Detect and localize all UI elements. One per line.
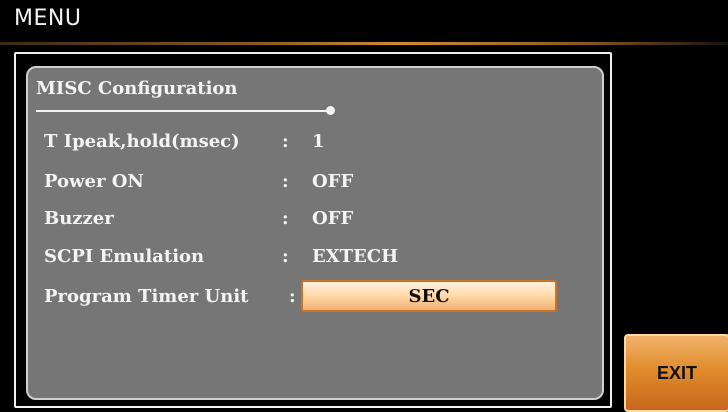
menu-header: MENU — [0, 0, 728, 44]
setting-row-program-timer-unit[interactable]: Program Timer Unit : SEC — [44, 280, 557, 312]
setting-label: Program Timer Unit — [44, 285, 249, 307]
setting-separator: : — [282, 170, 289, 192]
header-divider — [0, 42, 728, 45]
setting-value: OFF — [312, 207, 354, 229]
panel-title-dot — [326, 106, 335, 115]
misc-configuration-panel — [26, 66, 604, 400]
setting-separator: : — [289, 285, 296, 307]
setting-label: SCPI Emulation — [44, 245, 205, 267]
setting-row-tipeak-hold[interactable]: T Ipeak,hold(msec) : 1 — [44, 128, 325, 154]
setting-label: T Ipeak,hold(msec) — [44, 130, 240, 152]
setting-value: EXTECH — [312, 245, 399, 267]
setting-label: Power ON — [44, 170, 144, 192]
setting-label: Buzzer — [44, 207, 114, 229]
setting-value: OFF — [312, 170, 354, 192]
exit-button[interactable]: EXIT — [624, 334, 728, 412]
setting-separator: : — [282, 130, 289, 152]
setting-value: 1 — [312, 130, 325, 152]
panel-title: MISC Configuration — [36, 78, 238, 99]
setting-separator: : — [282, 207, 289, 229]
setting-row-scpi-emulation[interactable]: SCPI Emulation : EXTECH — [44, 243, 398, 269]
setting-row-power-on[interactable]: Power ON : OFF — [44, 168, 353, 194]
panel-title-underline — [36, 110, 330, 112]
setting-separator: : — [282, 245, 289, 267]
program-timer-unit-field[interactable]: SEC — [301, 280, 557, 312]
setting-row-buzzer[interactable]: Buzzer : OFF — [44, 205, 353, 231]
menu-title: MENU — [14, 6, 82, 31]
